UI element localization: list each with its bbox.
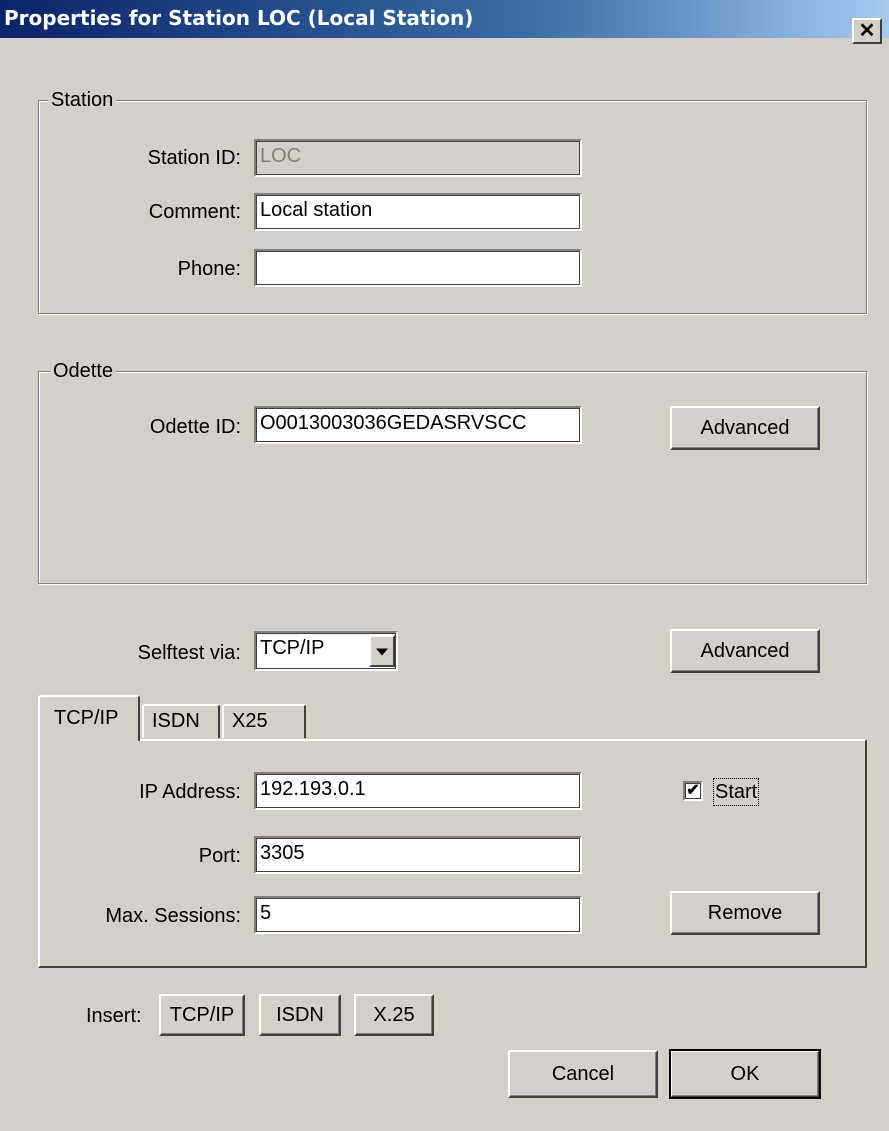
ok-button[interactable]: OK <box>669 1049 821 1099</box>
remove-button[interactable]: Remove <box>670 891 820 935</box>
max-sessions-label: Max. Sessions: <box>105 905 241 927</box>
tab-isdn-label: ISDN <box>152 710 200 732</box>
insert-isdn-button[interactable]: ISDN <box>259 994 341 1036</box>
ip-address-field[interactable]: 192.193.0.1 <box>254 772 582 810</box>
selftest-selected-value: TCP/IP <box>260 637 325 659</box>
ip-address-label: IP Address: <box>139 781 241 803</box>
selftest-advanced-button[interactable]: Advanced <box>670 629 820 673</box>
tab-x25[interactable]: X25 <box>222 704 306 738</box>
port-label: Port: <box>198 845 241 867</box>
phone-label: Phone: <box>177 258 241 280</box>
close-icon: ✕ <box>858 20 876 42</box>
insert-label: Insert: <box>86 1005 142 1027</box>
odette-group <box>38 371 867 584</box>
tab-tcpip[interactable]: TCP/IP <box>38 695 140 741</box>
port-field[interactable]: 3305 <box>254 836 582 874</box>
close-button[interactable]: ✕ <box>852 18 882 44</box>
active-tab-joiner <box>40 737 138 743</box>
check-icon: ✔ <box>686 782 700 799</box>
station-group-legend: Station <box>48 89 117 111</box>
comment-field[interactable]: Local station <box>254 193 582 231</box>
odette-group-legend: Odette <box>50 360 117 382</box>
odette-id-field[interactable]: O0013003036GEDASRVSCC <box>254 406 582 444</box>
insert-x25-button[interactable]: X.25 <box>354 994 434 1036</box>
tab-tcpip-label: TCP/IP <box>54 707 119 729</box>
station-id-label: Station ID: <box>147 147 241 169</box>
max-sessions-field[interactable]: 5 <box>254 896 582 934</box>
odette-id-label: Odette ID: <box>149 416 241 438</box>
phone-field[interactable] <box>254 249 582 287</box>
insert-tcpip-button[interactable]: TCP/IP <box>159 994 245 1036</box>
station-id-field: LOC <box>254 139 582 177</box>
station-properties-dialog: Properties for Station LOC (Local Statio… <box>0 0 889 1131</box>
comment-label: Comment: <box>148 201 241 223</box>
start-checkbox[interactable]: ✔ <box>683 781 703 801</box>
start-label[interactable]: Start <box>712 778 760 806</box>
odette-advanced-button[interactable]: Advanced <box>670 406 820 450</box>
chevron-down-icon[interactable] <box>369 635 395 667</box>
tab-isdn[interactable]: ISDN <box>142 704 220 738</box>
title-bar[interactable]: Properties for Station LOC (Local Statio… <box>0 0 889 38</box>
selftest-label: Selftest via: <box>137 642 241 664</box>
tab-x25-label: X25 <box>232 710 268 732</box>
window-title: Properties for Station LOC (Local Statio… <box>4 6 474 30</box>
cancel-button[interactable]: Cancel <box>508 1050 658 1098</box>
